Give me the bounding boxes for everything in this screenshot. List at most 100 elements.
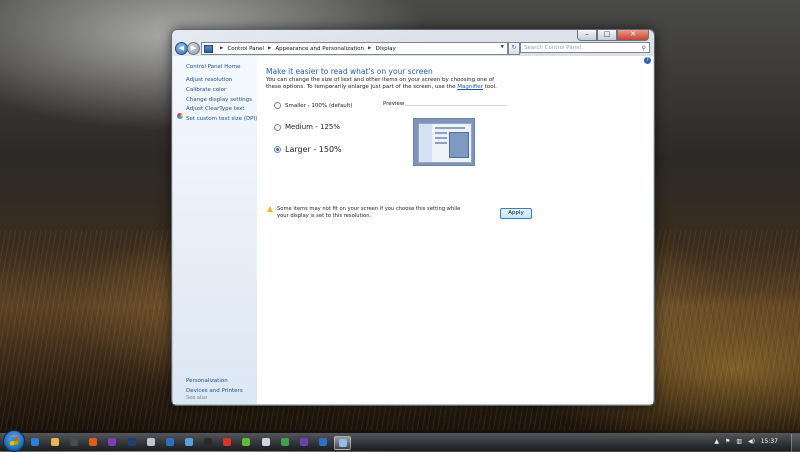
preview-sidebar xyxy=(419,124,432,162)
taskbar-app-icon[interactable] xyxy=(66,436,81,448)
app-icon xyxy=(165,438,174,446)
taskbar: ▲ ⚑ ▥ ◀) 15:37 xyxy=(0,430,800,452)
app-icon xyxy=(107,438,116,446)
app-icon xyxy=(30,438,39,446)
breadcrumb-display[interactable]: Display xyxy=(375,46,395,52)
sidebar-item-adjust-cleartype[interactable]: Adjust ClearType text xyxy=(186,106,245,112)
control-panel-icon xyxy=(204,44,213,53)
radio-larger[interactable] xyxy=(274,146,281,153)
app-icon xyxy=(338,439,347,447)
preview-bar xyxy=(435,142,447,144)
network-icon[interactable]: ▥ xyxy=(736,438,742,445)
preview-bar xyxy=(435,127,465,129)
option-smaller[interactable]: Smaller - 100% (default) xyxy=(274,102,353,109)
taskbar-app-icon[interactable] xyxy=(296,436,311,448)
taskbar-app-icon[interactable] xyxy=(143,436,158,448)
taskbar-app-icon[interactable] xyxy=(334,436,351,450)
app-icon xyxy=(222,438,231,446)
app-icon xyxy=(127,438,136,446)
app-icon xyxy=(299,438,308,446)
preview-image xyxy=(413,118,475,166)
taskbar-app-icon[interactable] xyxy=(104,436,119,448)
chevron-right-icon: ▶ xyxy=(367,46,372,51)
taskbar-app-icon[interactable] xyxy=(85,436,100,448)
breadcrumb-control-panel[interactable]: Control Panel xyxy=(227,46,263,52)
app-icon xyxy=(50,438,59,446)
volume-icon[interactable]: ◀) xyxy=(748,438,755,445)
windows-logo-icon xyxy=(10,436,18,446)
maximize-button[interactable]: □ xyxy=(597,30,617,41)
app-icon xyxy=(318,438,327,446)
action-center-icon[interactable]: ⚑ xyxy=(725,438,730,445)
show-hidden-icons-icon[interactable]: ▲ xyxy=(714,438,719,445)
taskbar-app-icon[interactable] xyxy=(27,436,42,448)
preview-divider xyxy=(405,105,507,106)
app-icon xyxy=(146,438,155,446)
option-medium[interactable]: Medium - 125% xyxy=(274,123,340,131)
preview-label: Preview xyxy=(383,101,405,107)
app-icon xyxy=(280,438,289,446)
show-desktop-button[interactable] xyxy=(791,434,800,451)
warning-text: Some items may not fit on your screen if… xyxy=(277,206,461,219)
sidebar-item-home[interactable]: Control Panel Home xyxy=(186,64,240,70)
see-also-label: See also xyxy=(186,395,208,401)
preview-bar xyxy=(435,137,447,139)
page-description: You can change the size of text and othe… xyxy=(266,77,501,91)
control-panel-window: – □ ✕ ◀ ▶ ▶ Control Panel ▶ Appearance a… xyxy=(171,29,655,406)
sidebar-item-calibrate-color[interactable]: Calibrate color xyxy=(186,87,226,93)
minimize-button[interactable]: – xyxy=(577,30,597,41)
app-icon xyxy=(69,438,78,446)
taskbar-app-icon[interactable] xyxy=(47,436,62,448)
help-icon[interactable]: ? xyxy=(644,57,651,64)
option-larger-label: Larger - 150% xyxy=(285,145,342,154)
radio-medium[interactable] xyxy=(274,123,281,131)
chevron-right-icon: ▶ xyxy=(267,46,272,51)
start-button[interactable] xyxy=(3,430,25,452)
address-bar[interactable]: ▶ Control Panel ▶ Appearance and Persona… xyxy=(201,42,508,55)
taskbar-app-icon[interactable] xyxy=(200,436,215,448)
color-wheel-icon xyxy=(177,113,183,119)
apply-button[interactable]: Apply xyxy=(500,208,532,219)
app-icon xyxy=(241,438,250,446)
taskbar-app-icon[interactable] xyxy=(277,436,292,448)
chevron-down-icon[interactable]: ▼ xyxy=(501,45,504,50)
forward-button[interactable]: ▶ xyxy=(187,42,200,55)
sidebar-item-change-display-settings[interactable]: Change display settings xyxy=(186,97,252,103)
close-button[interactable]: ✕ xyxy=(617,30,649,41)
taskbar-app-icon[interactable] xyxy=(124,436,139,448)
search-icon[interactable]: ⚲ xyxy=(642,43,646,54)
app-icon xyxy=(261,438,270,446)
taskbar-app-icon[interactable] xyxy=(238,436,253,448)
magnifier-link[interactable]: Magnifier xyxy=(457,84,483,90)
refresh-button[interactable]: ↻ xyxy=(508,42,520,55)
warning-icon xyxy=(267,206,273,212)
sidebar-item-adjust-resolution[interactable]: Adjust resolution xyxy=(186,77,232,83)
sidebar-item-custom-text-size[interactable]: Set custom text size (DPI) xyxy=(186,116,257,122)
sidebar: Control Panel Home Adjust resolution Cal… xyxy=(173,56,257,404)
taskbar-app-icon[interactable] xyxy=(162,436,177,448)
option-medium-label: Medium - 125% xyxy=(285,123,340,131)
sidebar-item-personalization[interactable]: Personalization xyxy=(186,378,228,384)
description-text-end: tool. xyxy=(483,84,497,90)
system-tray: ▲ ⚑ ▥ ◀) xyxy=(714,438,755,445)
preview-bar xyxy=(435,132,447,134)
option-smaller-label: Smaller - 100% (default) xyxy=(285,102,353,109)
page-title: Make it easier to read what's on your sc… xyxy=(266,67,433,76)
search-placeholder: Search Control Panel xyxy=(524,45,582,51)
search-input[interactable]: Search Control Panel ⚲ xyxy=(520,42,650,53)
taskbar-app-icon[interactable] xyxy=(258,436,273,448)
preview-pane xyxy=(449,132,469,158)
taskbar-app-icon[interactable] xyxy=(181,436,196,448)
taskbar-app-icon[interactable] xyxy=(315,436,330,448)
breadcrumb-appearance[interactable]: Appearance and Personalization xyxy=(275,46,364,52)
option-larger[interactable]: Larger - 150% xyxy=(274,145,342,154)
main-content: ? Make it easier to read what's on your … xyxy=(257,56,653,404)
preview-window xyxy=(418,123,472,163)
sidebar-item-devices-printers[interactable]: Devices and Printers xyxy=(186,388,243,394)
taskbar-app-icon[interactable] xyxy=(219,436,234,448)
clock[interactable]: 15:37 xyxy=(761,438,778,445)
radio-smaller[interactable] xyxy=(274,102,281,109)
app-icon xyxy=(203,438,212,446)
chevron-right-icon: ▶ xyxy=(220,46,224,51)
window-controls: – □ ✕ xyxy=(577,30,649,41)
